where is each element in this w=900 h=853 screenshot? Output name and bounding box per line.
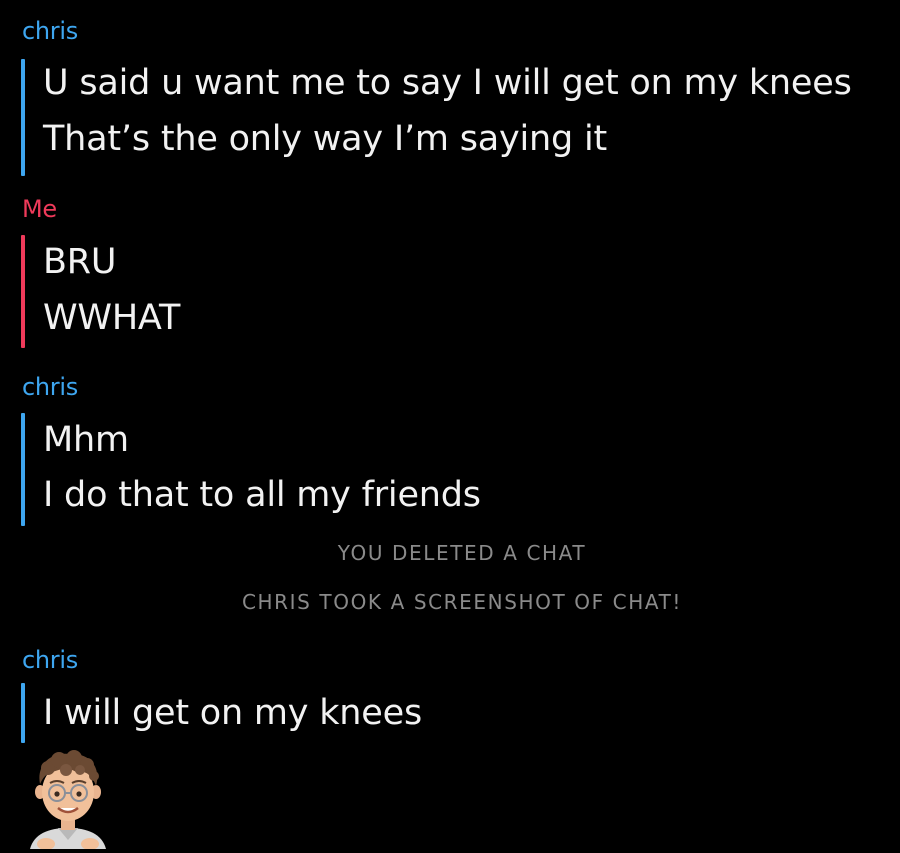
- sender-color-bar: [21, 683, 25, 743]
- chat-message[interactable]: I do that to all my friends: [43, 475, 481, 515]
- chat-message[interactable]: BRU: [43, 242, 117, 282]
- sender-color-bar: [21, 59, 25, 176]
- message-group-me: Me BRU WWHAT: [0, 194, 900, 354]
- chat-thread: chris U said u want me to say I will get…: [0, 0, 900, 850]
- chat-message[interactable]: U said u want me to say I will get on my…: [43, 63, 852, 103]
- sender-color-bar: [21, 235, 25, 348]
- chat-message[interactable]: I will get on my knees: [43, 693, 422, 733]
- message-group-chris: chris U said u want me to say I will get…: [0, 16, 900, 176]
- message-group-chris: chris I will get on my knees: [0, 645, 900, 745]
- sender-name: chris: [22, 373, 78, 401]
- chat-message[interactable]: That’s the only way I’m saying it: [43, 119, 607, 159]
- sender-name: chris: [22, 17, 78, 45]
- sender-name: chris: [22, 646, 78, 674]
- chat-message[interactable]: WWHAT: [43, 298, 180, 338]
- chat-message[interactable]: Mhm: [43, 420, 129, 460]
- sender-name: Me: [22, 195, 57, 223]
- deleted-chat-notice: YOU DELETED A CHAT: [337, 541, 587, 565]
- message-group-chris: chris Mhm I do that to all my friends: [0, 372, 900, 532]
- screenshot-notice: CHRIS TOOK A SCREENSHOT OF CHAT!: [241, 590, 683, 614]
- bitmoji-avatar-icon[interactable]: [24, 748, 112, 850]
- sender-color-bar: [21, 413, 25, 526]
